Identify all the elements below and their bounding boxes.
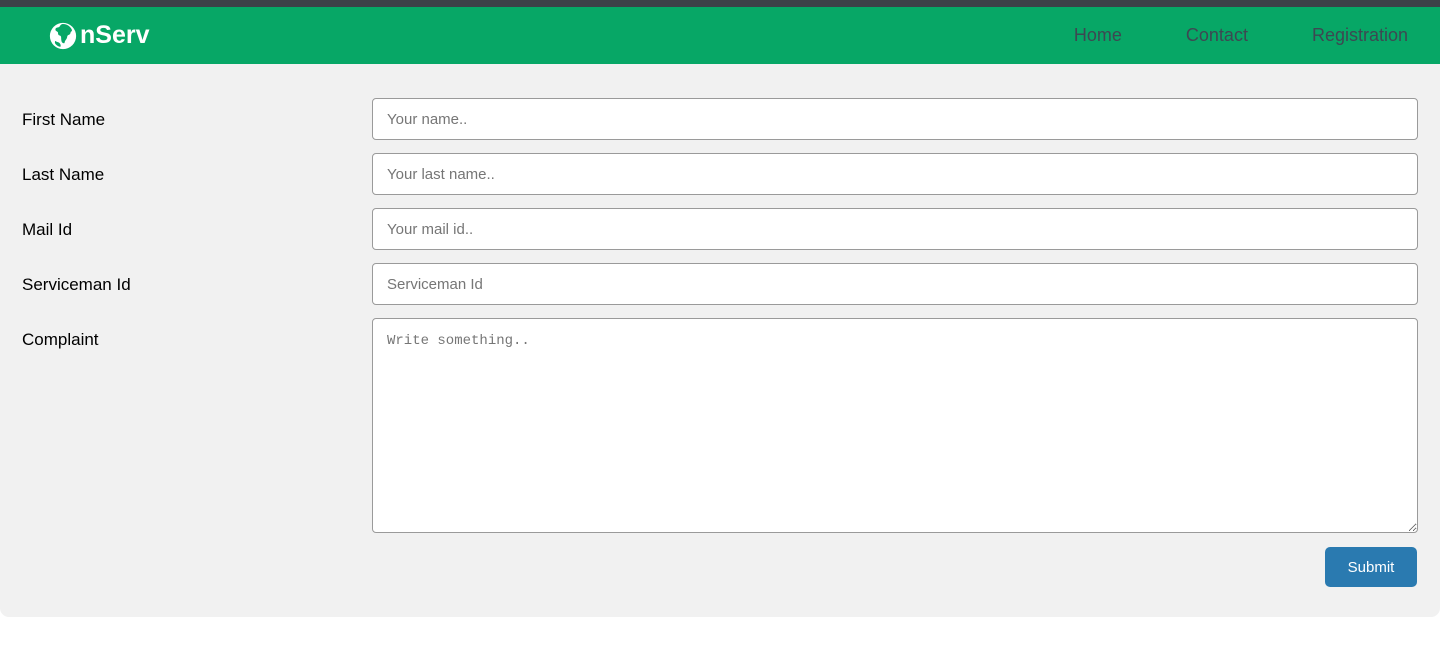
form-row-complaint: Complaint (22, 318, 1418, 533)
form-row-mail-id: Mail Id (22, 208, 1418, 250)
field-wrap-complaint (372, 318, 1418, 533)
top-accent-bar (0, 0, 1440, 7)
brand-name: nServ (80, 21, 150, 49)
label-first-name: First Name (22, 110, 106, 129)
field-wrap-last-name (372, 153, 1418, 195)
label-serviceman-id: Serviceman Id (22, 275, 131, 294)
nav-link-contact[interactable]: Contact (1154, 25, 1280, 46)
mail-id-input[interactable] (372, 208, 1418, 250)
last-name-input[interactable] (372, 153, 1418, 195)
main-navbar: nServ Home Contact Registration (0, 7, 1440, 64)
complaint-textarea[interactable] (372, 318, 1418, 533)
form-row-last-name: Last Name (22, 153, 1418, 195)
label-last-name: Last Name (22, 165, 105, 184)
submit-row: Submit (22, 547, 1418, 587)
form-row-first-name: First Name (22, 98, 1418, 140)
nav-links: Home Contact Registration (1042, 25, 1440, 46)
label-complaint: Complaint (22, 330, 99, 349)
serviceman-id-input[interactable] (372, 263, 1418, 305)
field-wrap-mail-id (372, 208, 1418, 250)
brand-logo-link[interactable]: nServ (48, 21, 149, 51)
field-wrap-serviceman-id (372, 263, 1418, 305)
nav-link-registration[interactable]: Registration (1280, 25, 1440, 46)
field-wrap-first-name (372, 98, 1418, 140)
first-name-input[interactable] (372, 98, 1418, 140)
form-row-serviceman-id: Serviceman Id (22, 263, 1418, 305)
submit-button[interactable]: Submit (1325, 547, 1417, 587)
label-mail-id: Mail Id (22, 220, 73, 239)
nav-link-home[interactable]: Home (1042, 25, 1154, 46)
globe-icon (48, 21, 78, 51)
complaint-form-panel: First Name Last Name Mail Id Serviceman … (0, 64, 1440, 617)
